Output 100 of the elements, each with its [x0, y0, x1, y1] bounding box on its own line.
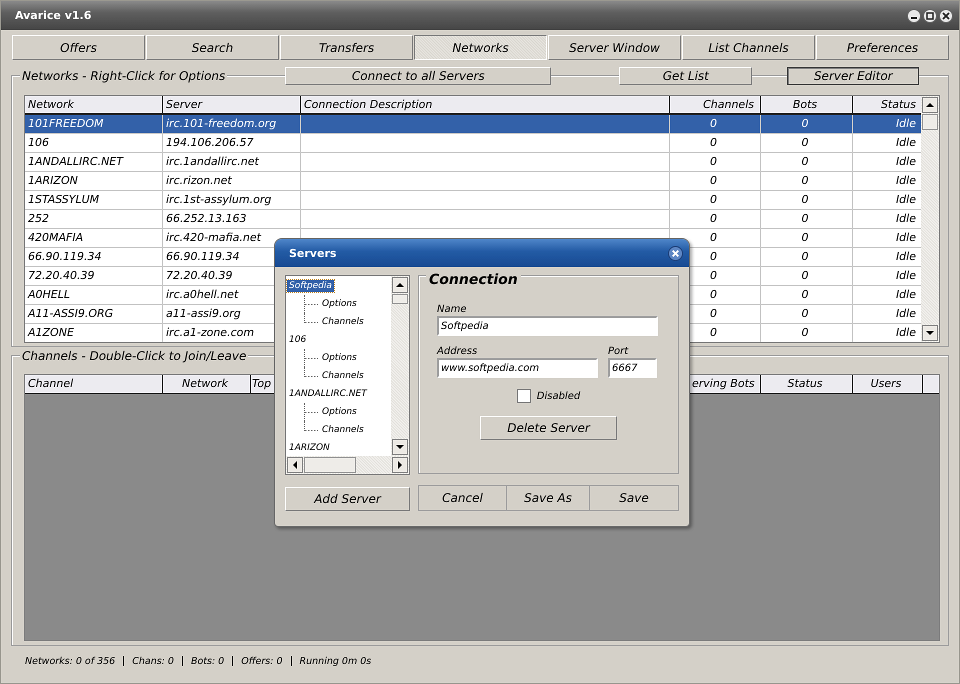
- field-label: Name: [437, 304, 468, 315]
- tree-item[interactable]: Softpedia: [287, 280, 334, 292]
- maximize-icon[interactable]: [923, 8, 937, 22]
- table-cell: 0: [710, 117, 717, 130]
- table-cell: irc.101-freedom.org: [166, 117, 276, 130]
- toolbar-button[interactable]: Server Editor: [787, 67, 920, 85]
- table-row[interactable]: 106 194.106.206.57 0 0 Idle: [25, 134, 921, 153]
- close-icon[interactable]: [668, 246, 683, 260]
- checkbox-label: Disabled: [536, 390, 580, 402]
- scroll-up-icon[interactable]: [392, 277, 408, 293]
- tab[interactable]: Server Window: [548, 35, 681, 60]
- table-cell: irc.420-mafia.net: [166, 231, 261, 244]
- name-field[interactable]: Softpedia: [437, 316, 658, 336]
- toolbar-button[interactable]: Get List: [619, 67, 752, 85]
- tab[interactable]: Search: [146, 35, 279, 60]
- table-cell: 101FREEDOM: [28, 117, 104, 130]
- table-cell: irc.1st-assylum.org: [166, 193, 272, 206]
- tree-item[interactable]: 1ARIZON: [287, 442, 332, 454]
- column-header[interactable]: Channels: [670, 96, 761, 113]
- scroll-right-icon[interactable]: [392, 457, 408, 473]
- table-row[interactable]: 101FREEDOM irc.101-freedom.org 0 0 Idle: [25, 115, 921, 134]
- table-cell: irc.1andallirc.net: [166, 155, 259, 168]
- tab[interactable]: Offers: [12, 35, 145, 60]
- table-cell: Idle: [896, 326, 916, 339]
- column-header[interactable]: Status: [761, 375, 853, 393]
- tree-item[interactable]: 106: [287, 334, 308, 346]
- table-cell: 0: [802, 193, 808, 206]
- status-text: Bots: 0: [190, 656, 224, 666]
- table-cell: 1STASSYLUM: [28, 193, 100, 206]
- tree-item[interactable]: Options: [320, 406, 359, 418]
- column-header[interactable]: Channel: [25, 375, 163, 393]
- tree-item[interactable]: Channels: [320, 370, 366, 382]
- table-cell: 0: [802, 326, 808, 339]
- minimize-icon[interactable]: [907, 8, 921, 22]
- table-cell: 66.90.119.34: [166, 250, 240, 263]
- table-cell: 1ANDALLIRC.NET: [28, 155, 123, 168]
- tree-item[interactable]: Options: [320, 298, 359, 310]
- table-cell: 0: [710, 193, 717, 206]
- checkbox[interactable]: [516, 389, 531, 403]
- add-server-button[interactable]: Add Server: [285, 487, 410, 511]
- table-row[interactable]: 1ANDALLIRC.NET irc.1andallirc.net 0 0 Idle: [25, 153, 921, 172]
- table-cell: 72.20.40.39: [28, 269, 94, 282]
- tree-item[interactable]: Channels: [320, 424, 366, 436]
- tab[interactable]: Networks: [414, 35, 547, 60]
- table-cell: Idle: [896, 307, 916, 320]
- table-cell: 194.106.206.57: [166, 136, 254, 149]
- table-cell: 0: [710, 288, 717, 301]
- table-cell: 66.252.13.163: [166, 212, 246, 225]
- window-title: Avarice v1.6: [15, 9, 92, 22]
- field-label: Address: [437, 346, 478, 357]
- table-cell: irc.a1-zone.com: [166, 326, 254, 339]
- toolbar-button[interactable]: Connect to all Servers: [285, 67, 552, 85]
- scroll-down-icon[interactable]: [922, 325, 938, 341]
- table-cell: 252: [28, 212, 49, 225]
- column-header[interactable]: Server: [163, 96, 301, 113]
- dialog-title: Servers: [289, 246, 336, 260]
- table-row[interactable]: 1ARIZON irc.rizon.net 0 0 Idle: [25, 172, 921, 191]
- column-header[interactable]: Network: [25, 96, 163, 113]
- tree-item[interactable]: Options: [320, 352, 359, 364]
- port-field[interactable]: 6667: [608, 358, 657, 378]
- table-cell: 0: [710, 326, 717, 339]
- column-header[interactable]: Bots: [761, 96, 853, 113]
- status-text: Offers: 0: [241, 656, 283, 666]
- table-cell: 0: [710, 231, 717, 244]
- tab[interactable]: Preferences: [816, 35, 949, 60]
- scrollbar[interactable]: [286, 456, 409, 474]
- status-text: Running 0m 0s: [300, 656, 372, 666]
- table-cell: Idle: [896, 212, 916, 225]
- scroll-thumb[interactable]: [392, 294, 408, 304]
- table-cell: 0: [802, 288, 808, 301]
- scrollbar[interactable]: [921, 96, 939, 342]
- column-header[interactable]: Connection Description: [301, 96, 670, 113]
- table-row[interactable]: 252 66.252.13.163 0 0 Idle: [25, 210, 921, 229]
- scroll-left-icon[interactable]: [287, 457, 303, 473]
- scroll-up-icon[interactable]: [922, 97, 938, 113]
- table-cell: 0: [710, 136, 717, 149]
- close-icon[interactable]: [939, 8, 953, 22]
- scroll-thumb[interactable]: [922, 114, 938, 130]
- table-cell: 0: [802, 136, 808, 149]
- address-field[interactable]: www.softpedia.com: [437, 358, 598, 378]
- column-header[interactable]: Network: [163, 375, 251, 393]
- table-cell: Idle: [896, 136, 916, 149]
- scrollbar[interactable]: [391, 276, 409, 456]
- table-cell: 0: [802, 117, 808, 130]
- scroll-down-icon[interactable]: [392, 439, 408, 455]
- tree-item[interactable]: 1ANDALLIRC.NET: [287, 388, 369, 400]
- tree-item[interactable]: Channels: [320, 316, 366, 328]
- table-cell: 106: [28, 136, 49, 149]
- table-row[interactable]: 1STASSYLUM irc.1st-assylum.org 0 0 Idle: [25, 191, 921, 210]
- panel-legend: Channels - Double-Click to Join/Leave: [20, 349, 248, 363]
- table-cell: 0: [710, 212, 717, 225]
- table-cell: 0: [710, 307, 717, 320]
- table-cell: 0: [710, 269, 717, 282]
- delete-server-button[interactable]: Delete Server: [480, 416, 617, 440]
- tab[interactable]: List Channels: [682, 35, 815, 60]
- table-cell: Idle: [896, 155, 916, 168]
- table-cell: A0HELL: [28, 288, 70, 301]
- tab[interactable]: Transfers: [280, 35, 413, 60]
- scroll-thumb[interactable]: [304, 457, 356, 473]
- column-header[interactable]: Users: [853, 375, 923, 393]
